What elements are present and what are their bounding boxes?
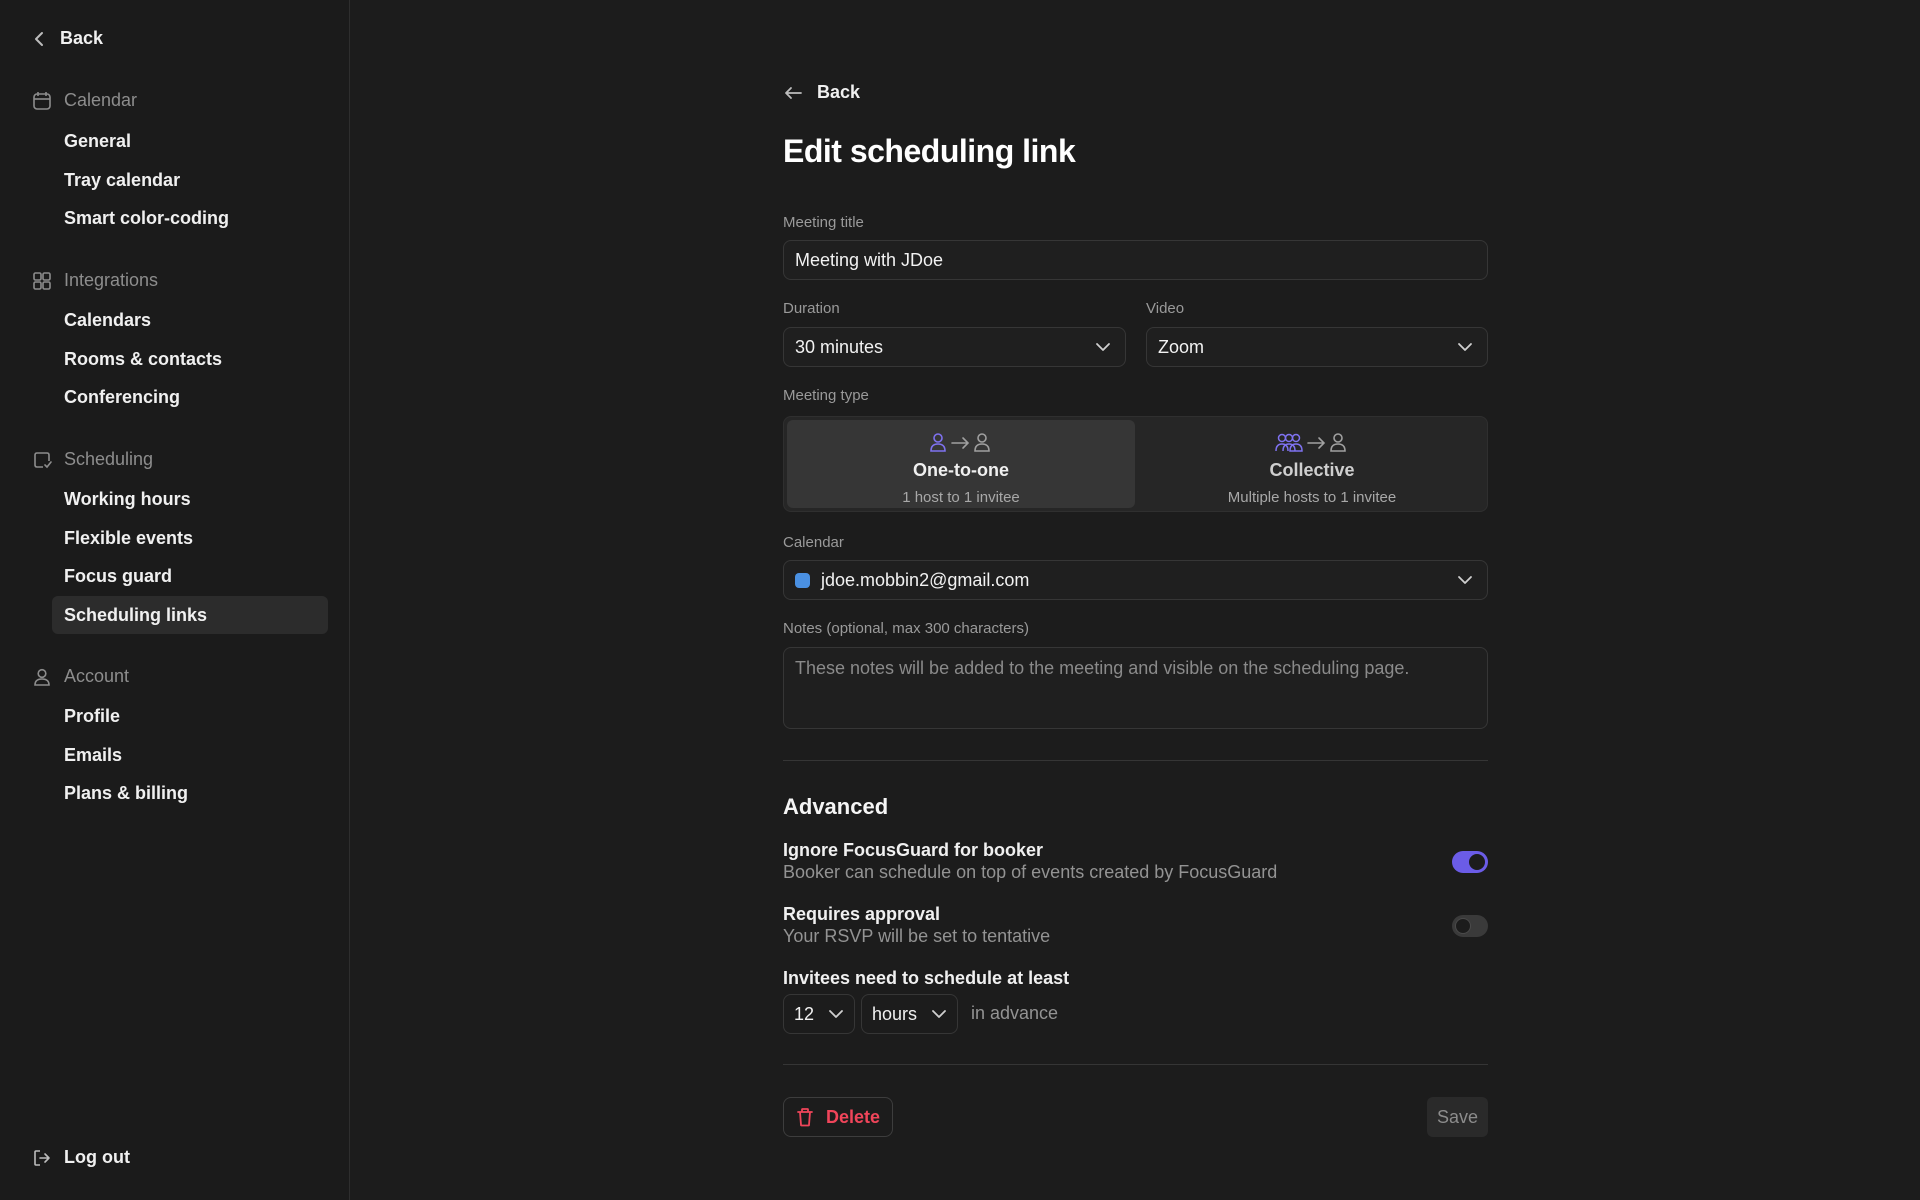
ignore-focusguard-toggle[interactable] [1452,851,1488,873]
divider [783,760,1488,761]
option-subtitle: 1 host to 1 invitee [902,489,1020,506]
collective-icon [1274,432,1350,454]
settings-sidebar: Back Calendar General Tray calendar Smar… [0,0,350,1200]
requires-approval-subtitle: Your RSVP will be set to tentative [783,926,1051,946]
min-notice-amount: 12 [794,1003,815,1024]
section-integrations: Integrations [32,270,158,291]
sidebar-item-scheduling-links[interactable]: Scheduling links [52,596,328,634]
meeting-type-one-to-one[interactable]: One-to-one 1 host to 1 invitee [787,420,1135,508]
min-notice-unit: hours [872,1003,918,1024]
arrow-left-icon [785,86,802,99]
video-select[interactable]: Zoom [1146,327,1488,367]
sidebar-back-button[interactable]: Back [32,28,103,49]
scheduling-icon [34,451,52,468]
duration-label: Duration [783,300,840,317]
calendar-icon [33,91,51,110]
meeting-title-label: Meeting title [783,214,864,231]
sidebar-item-flexible-events[interactable]: Flexible events [52,519,328,557]
meeting-type-label: Meeting type [783,387,869,404]
sidebar-item-focus-guard[interactable]: Focus guard [52,557,328,595]
chevron-down-icon [932,1010,946,1018]
page-title: Edit scheduling link [783,133,1076,169]
logout-label: Log out [64,1147,130,1167]
sidebar-item-smart-color-coding[interactable]: Smart color-coding [52,199,328,237]
sidebar-item-working-hours[interactable]: Working hours [52,480,328,518]
save-label: Save [1436,1106,1478,1127]
min-notice-amount-select[interactable]: 12 [783,994,856,1034]
toggle-knob [1455,918,1471,934]
back-button[interactable]: Back [783,82,860,103]
delete-label: Delete [826,1106,881,1127]
meeting-type-collective[interactable]: Collective Multiple hosts to 1 invitee [1138,420,1486,508]
meeting-title-input[interactable]: Meeting with JDoe [783,240,1488,280]
option-title: One-to-one [913,460,1009,480]
trash-icon [797,1108,813,1127]
logout-icon [34,1149,50,1166]
chevron-down-icon [1096,343,1110,351]
back-label: Back [817,82,861,102]
section-account: Account [32,666,129,687]
notes-textarea[interactable]: These notes will be added to the meeting… [783,647,1488,729]
duration-select[interactable]: 30 minutes [783,327,1126,367]
notes-placeholder: These notes will be added to the meeting… [795,658,1410,678]
meeting-type-selector: One-to-one 1 host to 1 invitee Collectiv… [783,416,1488,512]
sidebar-item-profile[interactable]: Profile [52,697,328,735]
section-scheduling: Scheduling [32,449,153,470]
calendar-value: jdoe.mobbin2@gmail.com [821,569,1030,590]
sidebar-item-tray-calendar[interactable]: Tray calendar [52,161,328,199]
sidebar-item-emails[interactable]: Emails [52,736,328,774]
integrations-icon [33,271,51,290]
min-notice-unit-select[interactable]: hours [861,994,959,1034]
section-title: Integrations [64,270,159,290]
sidebar-item-rooms-contacts[interactable]: Rooms & contacts [52,340,328,378]
save-button[interactable]: Save [1426,1097,1488,1137]
ignore-focusguard-subtitle: Booker can schedule on top of events cre… [783,862,1278,882]
toggle-knob [1469,854,1485,870]
section-title: Calendar [64,90,138,110]
advanced-heading: Advanced [783,794,889,819]
requires-approval-title: Requires approval [783,904,941,924]
chevron-down-icon [829,1010,843,1018]
duration-value: 30 minutes [795,336,884,357]
video-label: Video [1146,300,1185,317]
account-icon [34,668,50,686]
calendar-color-dot [795,572,810,588]
calendar-label: Calendar [783,534,844,551]
option-subtitle: Multiple hosts to 1 invitee [1227,489,1397,506]
section-title: Scheduling [64,449,154,469]
calendar-select[interactable]: jdoe.mobbin2@gmail.com [783,560,1488,600]
sidebar-item-calendars[interactable]: Calendars [52,301,328,339]
divider [783,1064,1488,1065]
min-notice-suffix: in advance [971,1003,1059,1023]
notes-label: Notes (optional, max 300 characters) [783,620,1029,637]
chevron-down-icon [1458,343,1472,351]
ignore-focusguard-title: Ignore FocusGuard for booker [783,840,1044,860]
section-calendar: Calendar [32,90,137,111]
video-value: Zoom [1158,336,1205,357]
logout-button[interactable]: Log out [32,1147,130,1168]
delete-button[interactable]: Delete [783,1097,894,1137]
option-title: Collective [1269,460,1355,480]
min-notice-title: Invitees need to schedule at least [783,968,1070,988]
requires-approval-toggle[interactable] [1452,915,1488,937]
chevron-left-icon [35,31,43,46]
sidebar-item-general[interactable]: General [52,122,328,160]
section-title: Account [64,666,130,686]
one-to-one-icon [928,432,994,454]
chevron-down-icon [1458,576,1472,584]
sidebar-back-label: Back [60,28,104,48]
sidebar-item-plans-billing[interactable]: Plans & billing [52,774,328,812]
sidebar-item-conferencing[interactable]: Conferencing [52,378,328,416]
meeting-title-value: Meeting with JDoe [795,249,944,270]
